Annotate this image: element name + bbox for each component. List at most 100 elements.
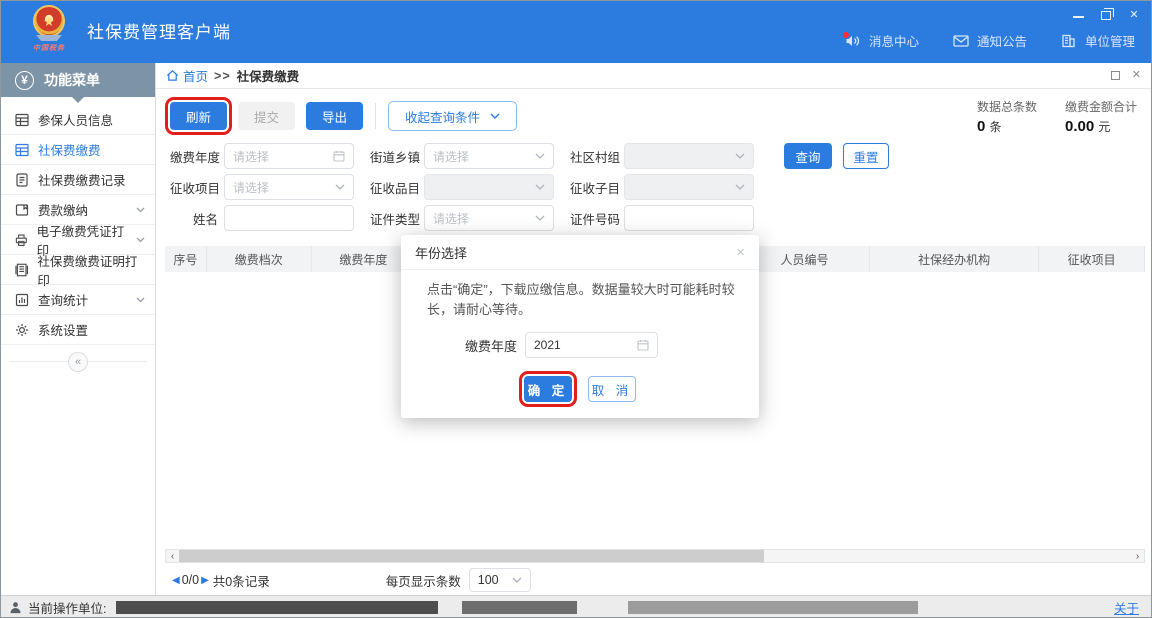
receipt-icon: [15, 263, 28, 277]
dialog-message: 点击“确定”，下载应缴信息。数据量较大时可能耗时较长，请耐心等待。: [401, 270, 759, 320]
scroll-right-icon[interactable]: ›: [1131, 550, 1144, 562]
payment-year-datepicker[interactable]: 请选择: [224, 143, 354, 169]
scroll-left-icon[interactable]: ‹: [166, 550, 179, 562]
bar-chart-icon: [15, 293, 29, 307]
tab-maximize-icon[interactable]: [1111, 71, 1120, 80]
sidebar-item-label: 参保人员信息: [38, 110, 113, 129]
page-size-select[interactable]: 100: [469, 568, 531, 592]
logo-text: 中国税务: [21, 43, 77, 53]
envelope-icon: [953, 33, 969, 49]
home-icon: [166, 69, 179, 82]
stat-unit: 条: [989, 120, 1001, 134]
levy-project-select[interactable]: 请选择: [224, 174, 354, 200]
chevron-down-icon: [735, 153, 745, 159]
redacted-value: [462, 601, 577, 614]
stat-label: 数据总条数: [977, 98, 1037, 115]
levy-item-select[interactable]: [424, 174, 554, 200]
menu-unit-management[interactable]: 单位管理: [1061, 31, 1135, 50]
column-header-person-id: 人员编号: [740, 246, 870, 272]
document-icon: [15, 173, 29, 187]
sidebar-item-payment-certificate-print[interactable]: 社保费缴费证明打印: [1, 255, 155, 285]
chevron-down-icon: [512, 577, 522, 583]
dialog-year-datepicker[interactable]: [525, 332, 658, 358]
chevron-down-icon: [490, 113, 500, 120]
toolbar-divider: [375, 103, 376, 129]
collapse-query-label: 收起查询条件: [405, 107, 480, 126]
sidebar-item-label: 社保费缴费: [38, 140, 101, 159]
breadcrumb-current: 社保费缴费: [237, 66, 300, 85]
field-label-community-village: 社区村组: [570, 147, 618, 166]
chevron-down-icon: [735, 184, 745, 190]
dialog-year-input[interactable]: [534, 338, 614, 352]
sidebar: ¥ 功能菜单 参保人员信息 社保费缴费 社保费缴费记录: [1, 63, 156, 595]
restore-button[interactable]: [1099, 7, 1113, 21]
titlebar: ★ 中国税务 社保费管理客户端 ✕: [1, 1, 1151, 63]
sidebar-collapse-button[interactable]: «: [68, 352, 88, 372]
name-input[interactable]: [224, 205, 354, 231]
sidebar-item-insured-person-info[interactable]: 参保人员信息: [1, 105, 155, 135]
printer-icon: [15, 233, 28, 247]
dialog-title: 年份选择: [415, 243, 467, 262]
breadcrumb: 首页 >> 社保费缴费: [166, 66, 299, 85]
dialog-field-label: 缴费年度: [401, 336, 517, 355]
yen-circle-icon: ¥: [15, 71, 34, 90]
sidebar-item-payment-records[interactable]: 社保费缴费记录: [1, 165, 155, 195]
search-button[interactable]: 查询: [784, 143, 832, 169]
summary-stats: 数据总条数 0 条 缴费金额合计 0.00 元: [977, 98, 1151, 135]
menu-notices[interactable]: 通知公告: [953, 31, 1027, 50]
levy-subitem-select[interactable]: [624, 174, 754, 200]
menu-label: 通知公告: [977, 31, 1027, 50]
scrollbar-thumb[interactable]: [179, 550, 764, 562]
stat-label: 缴费金额合计: [1065, 98, 1137, 115]
refresh-button[interactable]: 刷新: [170, 102, 227, 130]
sidebar-item-label: 社保费缴费记录: [38, 170, 126, 189]
column-header-seq: 序号: [165, 246, 207, 272]
scrollbar-track[interactable]: [179, 550, 1131, 562]
sidebar-item-label: 费款缴纳: [38, 200, 88, 219]
dialog-ok-button[interactable]: 确 定: [524, 376, 572, 402]
street-town-select[interactable]: 请选择: [424, 143, 554, 169]
minimize-button[interactable]: [1071, 7, 1085, 21]
prev-page-icon[interactable]: ◀: [170, 575, 182, 586]
notification-dot: [843, 32, 849, 38]
query-form: 缴费年度 请选择 街道乡镇 请选择 社区村组: [156, 143, 1151, 246]
horizontal-scrollbar[interactable]: ‹ ›: [165, 549, 1145, 563]
tab-close-icon[interactable]: ✕: [1132, 70, 1141, 81]
id-type-select[interactable]: 请选择: [424, 205, 554, 231]
sidebar-item-label: 查询统计: [38, 290, 88, 309]
id-number-input[interactable]: [624, 205, 754, 231]
dialog-cancel-button[interactable]: 取 消: [588, 376, 636, 402]
reset-button[interactable]: 重置: [843, 143, 889, 169]
sidebar-item-label: 系统设置: [38, 320, 88, 339]
community-village-select[interactable]: [624, 143, 754, 169]
record-total: 共0条记录: [213, 571, 270, 590]
chevron-down-icon: [535, 215, 545, 221]
status-bar: 当前操作单位: 关于: [1, 595, 1151, 618]
sidebar-item-social-insurance-payment[interactable]: 社保费缴费: [1, 135, 155, 165]
next-page-icon[interactable]: ▶: [199, 575, 211, 586]
tab-bar: 首页 >> 社保费缴费 ✕: [156, 63, 1151, 89]
sidebar-collapse-row: «: [1, 351, 155, 373]
dialog-close-icon[interactable]: ×: [736, 245, 745, 260]
field-label-payment-year: 缴费年度: [170, 147, 218, 166]
page-indicator: 0/0: [182, 573, 199, 587]
sidebar-item-system-settings[interactable]: 系统设置: [1, 315, 155, 345]
collapse-query-button[interactable]: 收起查询条件: [388, 101, 517, 131]
year-select-dialog: 年份选择 × 点击“确定”，下载应缴信息。数据量较大时可能耗时较长，请耐心等待。…: [401, 235, 759, 418]
about-link[interactable]: 关于: [1114, 598, 1139, 617]
top-menu: 消息中心 通知公告: [845, 31, 1135, 50]
app-title: 社保费管理客户端: [87, 18, 231, 63]
breadcrumb-home[interactable]: 首页: [166, 66, 208, 85]
chevron-down-icon: [535, 184, 545, 190]
menu-message-center[interactable]: 消息中心: [845, 31, 919, 50]
calendar-icon: [333, 150, 345, 162]
calendar-icon: [637, 339, 649, 351]
export-button[interactable]: 导出: [306, 102, 363, 130]
card-icon: [15, 203, 29, 217]
sidebar-item-query-statistics[interactable]: 查询统计: [1, 285, 155, 315]
close-button[interactable]: ✕: [1127, 7, 1141, 21]
stat-value: 0.00: [1065, 118, 1094, 135]
person-icon: [9, 601, 22, 614]
submit-button[interactable]: 提交: [238, 102, 295, 130]
sidebar-header: ¥ 功能菜单: [1, 63, 155, 97]
